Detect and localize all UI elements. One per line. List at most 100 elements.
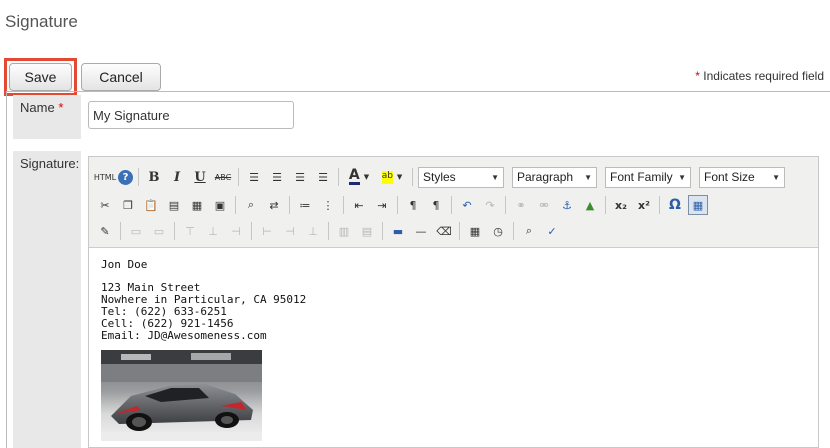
eraser-icon[interactable]: ⌫ [434, 221, 454, 241]
copy-icon[interactable]: ❐ [118, 195, 138, 215]
spellcheck-icon[interactable]: ✓ [542, 221, 562, 241]
redo-icon[interactable]: ↷ [480, 195, 500, 215]
superscript-icon[interactable]: x² [634, 195, 654, 215]
select-all-icon[interactable]: ▣ [210, 195, 230, 215]
help-icon[interactable]: ? [118, 169, 133, 185]
bold-icon[interactable]: B [144, 167, 164, 187]
chevron-down-icon: ▼ [491, 172, 499, 182]
rtl-icon[interactable]: ¶ [426, 195, 446, 215]
chevron-down-icon: ▼ [584, 172, 592, 182]
chevron-down-icon: ▼ [678, 172, 686, 182]
paste-word-icon[interactable]: ▦ [187, 195, 207, 215]
name-label-text: Name [20, 100, 55, 115]
align-right-icon[interactable]: ☰ [290, 167, 310, 187]
name-label: Name * [13, 95, 81, 139]
indent-icon[interactable]: ⇥ [372, 195, 392, 215]
delete-col-icon[interactable]: ⊥ [303, 221, 323, 241]
edit-icon[interactable]: ✎ [95, 221, 115, 241]
bullet-list-icon[interactable]: ≔ [295, 195, 315, 215]
toolbar-separator [505, 196, 506, 214]
cancel-button[interactable]: Cancel [81, 63, 161, 91]
strikethrough-icon[interactable]: ABC [213, 167, 233, 187]
styles-dropdown[interactable]: Styles ▼ [418, 166, 504, 188]
special-char-icon[interactable]: Ω [665, 195, 685, 215]
outdent-icon[interactable]: ⇤ [349, 195, 369, 215]
align-left-icon[interactable]: ☰ [244, 167, 264, 187]
cell-props-icon[interactable]: ▭ [149, 221, 169, 241]
link-icon[interactable]: ⚭ [511, 195, 531, 215]
signature-line: Email: JD@Awesomeness.com [101, 329, 267, 342]
insert-col-before-icon[interactable]: ⊢ [257, 221, 277, 241]
insert-col-after-icon[interactable]: ⊣ [280, 221, 300, 241]
toolbar-separator [382, 222, 383, 240]
toolbar-separator [412, 168, 413, 186]
subscript-icon[interactable]: x₂ [611, 195, 631, 215]
font-size-dropdown[interactable]: Font Size ▼ [699, 166, 785, 188]
hr-icon[interactable]: ▬ [388, 221, 408, 241]
toolbar-row-2: ✂ ❐ 📋 ▤ ▦ ▣ ⌕ ⇄ ≔ ⋮ ⇤ ⇥ ¶ ¶ ↶ ↷ ⚭ ⚮ ⚓ ▲ [95, 192, 711, 218]
required-note-text: Indicates required field [699, 69, 824, 83]
numbered-list-icon[interactable]: ⋮ [318, 195, 338, 215]
table-icon[interactable]: ▦ [688, 195, 708, 215]
toolbar-row-1: HTML ? B I U ABC ☰ ☰ ☰ ☰ A ▼ ab ▼ Styles ▼ … [94, 164, 793, 190]
undo-icon[interactable]: ↶ [457, 195, 477, 215]
editor-toolbar: HTML ? B I U ABC ☰ ☰ ☰ ☰ A ▼ ab ▼ Styles ▼ … [89, 157, 818, 248]
required-field-note: * Indicates required field [695, 69, 824, 83]
align-justify-icon[interactable]: ☰ [313, 167, 333, 187]
signature-label: Signature: [13, 151, 81, 448]
find-icon[interactable]: ⌕ [241, 195, 261, 215]
image-icon[interactable]: ▲ [580, 195, 600, 215]
styles-dropdown-value: Styles [423, 170, 456, 184]
html-source-button[interactable]: HTML [94, 167, 116, 187]
split-cells-icon[interactable]: ▥ [334, 221, 354, 241]
merge-cells-icon[interactable]: ▤ [357, 221, 377, 241]
anchor-icon[interactable]: ⚓ [557, 195, 577, 215]
toolbar-separator [238, 168, 239, 186]
signature-content[interactable]: Jon Doe 123 Main Street Nowhere in Particu… [101, 259, 306, 342]
toolbar-separator [251, 222, 252, 240]
toolbar-separator [605, 196, 606, 214]
unlink-icon[interactable]: ⚮ [534, 195, 554, 215]
horizontal-rule-icon[interactable]: — [411, 221, 431, 241]
paragraph-dropdown-value: Paragraph [517, 170, 574, 184]
save-button[interactable]: Save [9, 63, 72, 91]
toolbar-separator [451, 196, 452, 214]
toolbar-separator [513, 222, 514, 240]
signature-image [101, 350, 262, 441]
toolbar-separator [120, 222, 121, 240]
font-family-dropdown-value: Font Family [610, 170, 673, 184]
name-required-star: * [58, 100, 64, 115]
paste-icon[interactable]: 📋 [141, 195, 161, 215]
insert-row-after-icon[interactable]: ⊥ [203, 221, 223, 241]
toolbar-separator [235, 196, 236, 214]
font-color-icon[interactable]: A ▼ [344, 167, 374, 187]
time-icon[interactable]: ◷ [488, 221, 508, 241]
row-props-icon[interactable]: ▭ [126, 221, 146, 241]
toolbar-separator [343, 196, 344, 214]
preview-icon[interactable]: ⌕ [519, 221, 539, 241]
toolbar-separator [174, 222, 175, 240]
insert-row-before-icon[interactable]: ⊤ [180, 221, 200, 241]
align-center-icon[interactable]: ☰ [267, 167, 287, 187]
page-title: Signature [5, 12, 78, 31]
underline-icon[interactable]: U [190, 167, 210, 187]
toolbar-separator [338, 168, 339, 186]
date-icon[interactable]: ▦ [465, 221, 485, 241]
highlight-icon[interactable]: ab ▼ [377, 167, 407, 187]
signature-editor[interactable]: HTML ? B I U ABC ☰ ☰ ☰ ☰ A ▼ ab ▼ Styles ▼ … [88, 156, 819, 448]
delete-row-icon[interactable]: ⊣ [226, 221, 246, 241]
chevron-down-icon: ▼ [772, 172, 780, 182]
replace-icon[interactable]: ⇄ [264, 195, 284, 215]
font-family-dropdown[interactable]: Font Family ▼ [605, 166, 691, 188]
toolbar-separator [397, 196, 398, 214]
paste-text-icon[interactable]: ▤ [164, 195, 184, 215]
ltr-icon[interactable]: ¶ [403, 195, 423, 215]
italic-icon[interactable]: I [167, 167, 187, 187]
toolbar-separator [659, 196, 660, 214]
car-photo [101, 350, 262, 441]
toolbar-separator [459, 222, 460, 240]
paragraph-dropdown[interactable]: Paragraph ▼ [512, 166, 597, 188]
name-field[interactable] [88, 101, 294, 129]
cut-icon[interactable]: ✂ [95, 195, 115, 215]
toolbar-separator [289, 196, 290, 214]
